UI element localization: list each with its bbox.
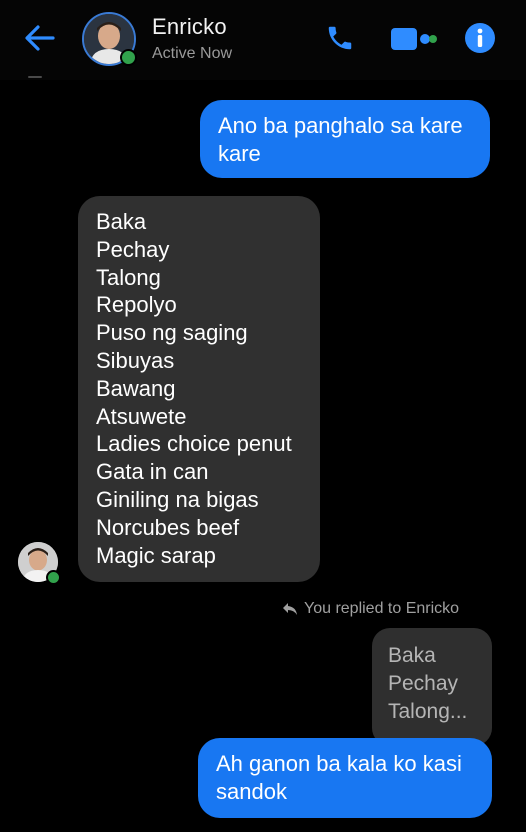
sent-message-bubble[interactable]: Ah ganon ba kala ko kasi sandok	[198, 738, 492, 818]
list-item: Ladies choice penut	[96, 431, 292, 457]
reply-indicator: You replied to Enricko	[282, 600, 459, 618]
chat-header: Enricko Active Now	[0, 0, 526, 80]
list-item: Talong	[96, 264, 161, 290]
list-item: Atsuwete	[96, 403, 187, 429]
back-button[interactable]	[22, 20, 58, 56]
sent-message-bubble[interactable]: Ano ba panghalo sa kare kare	[200, 100, 490, 178]
online-status-dot	[46, 570, 61, 585]
active-status: Active Now	[152, 45, 233, 62]
call-button[interactable]	[322, 20, 358, 56]
info-icon	[465, 23, 495, 53]
list-item: Sibuyas	[96, 347, 175, 373]
info-button[interactable]	[462, 20, 498, 56]
quoted-message[interactable]: Baka Pechay Talong...	[372, 628, 492, 746]
back-arrow-icon	[25, 25, 55, 51]
list-item: Baka	[96, 209, 147, 234]
reply-arrow-icon	[283, 603, 297, 615]
message-line: kare	[218, 141, 261, 166]
list-item: Giniling na bigas	[96, 486, 259, 512]
message-line: sandok	[216, 779, 287, 804]
phone-icon	[328, 26, 352, 50]
list-item: Norcubes beef	[96, 514, 240, 540]
chat-screen: Enricko Active Now Ano ba panghalo sa ka	[0, 0, 526, 832]
quoted-line: Talong...	[388, 700, 468, 723]
list-item: Bawang	[96, 375, 176, 401]
list-item: Puso ng saging	[96, 320, 248, 346]
video-camera-icon	[391, 28, 437, 50]
scroll-indicator	[28, 76, 42, 78]
quoted-line: Pechay	[388, 672, 459, 695]
list-item: Gata in can	[96, 459, 209, 485]
video-call-button[interactable]	[388, 22, 440, 56]
reply-indicator-text: You replied to Enricko	[304, 600, 460, 617]
message-line: Ano ba panghalo sa kare	[218, 113, 463, 138]
list-item: Magic sarap	[96, 542, 216, 568]
quoted-line: Baka	[388, 644, 436, 667]
list-item: Pechay	[96, 236, 170, 262]
contact-name[interactable]: Enricko	[152, 14, 227, 40]
received-message-bubble[interactable]: Baka Pechay Talong Repolyo Puso ng sagin…	[78, 196, 320, 582]
online-status-dot	[120, 49, 137, 66]
list-item: Repolyo	[96, 292, 177, 318]
message-line: Ah ganon ba kala ko kasi	[216, 751, 462, 776]
